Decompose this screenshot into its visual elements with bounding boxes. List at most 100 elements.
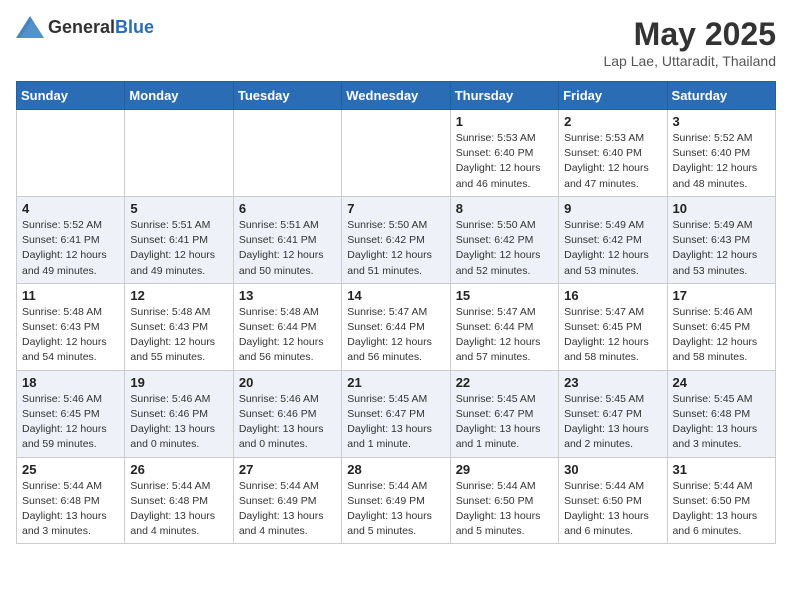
day-info: Sunrise: 5:48 AM Sunset: 6:43 PM Dayligh… bbox=[130, 305, 227, 366]
day-number: 10 bbox=[673, 201, 770, 216]
calendar-cell: 27Sunrise: 5:44 AM Sunset: 6:49 PM Dayli… bbox=[233, 457, 341, 544]
day-number: 5 bbox=[130, 201, 227, 216]
page-title: May 2025 bbox=[603, 16, 776, 53]
day-number: 20 bbox=[239, 375, 336, 390]
calendar-cell: 5 Sunrise: 5:51 AM Sunset: 6:41 PM Daylig… bbox=[125, 196, 233, 283]
calendar-cell: 8Sunrise: 5:50 AM Sunset: 6:42 PM Daylig… bbox=[450, 196, 558, 283]
day-info: Sunrise: 5:46 AM Sunset: 6:45 PM Dayligh… bbox=[22, 392, 119, 453]
day-number: 15 bbox=[456, 288, 553, 303]
day-info: Sunrise: 5:45 AM Sunset: 6:47 PM Dayligh… bbox=[347, 392, 444, 453]
calendar-week-row-3: 11 Sunrise: 5:48 AM Sunset: 6:43 PM Dayli… bbox=[17, 283, 776, 370]
calendar-cell: 2Sunrise: 5:53 AM Sunset: 6:40 PM Daylig… bbox=[559, 110, 667, 197]
calendar-week-row-2: 4 Sunrise: 5:52 AM Sunset: 6:41 PM Daylig… bbox=[17, 196, 776, 283]
logo-blue: Blue bbox=[115, 17, 154, 37]
day-number: 23 bbox=[564, 375, 661, 390]
page-header: GeneralBlue May 2025 Lap Lae, Uttaradit,… bbox=[16, 16, 776, 69]
day-number: 17 bbox=[673, 288, 770, 303]
day-info: Sunrise: 5:50 AM Sunset: 6:42 PM Dayligh… bbox=[456, 218, 553, 279]
day-info: Sunrise: 5:51 AM Sunset: 6:41 PM Dayligh… bbox=[130, 218, 227, 279]
calendar-cell: 13 Sunrise: 5:48 AM Sunset: 6:44 PM Dayli… bbox=[233, 283, 341, 370]
calendar-cell: 22 Sunrise: 5:45 AM Sunset: 6:47 PM Dayli… bbox=[450, 370, 558, 457]
day-info: Sunrise: 5:46 AM Sunset: 6:46 PM Dayligh… bbox=[239, 392, 336, 453]
calendar-cell: 6Sunrise: 5:51 AM Sunset: 6:41 PM Daylig… bbox=[233, 196, 341, 283]
calendar-cell: 1 Sunrise: 5:53 AM Sunset: 6:40 PM Daylig… bbox=[450, 110, 558, 197]
day-number: 12 bbox=[130, 288, 227, 303]
calendar-cell: 25 Sunrise: 5:44 AM Sunset: 6:48 PM Dayli… bbox=[17, 457, 125, 544]
day-info: Sunrise: 5:53 AM Sunset: 6:40 PM Dayligh… bbox=[456, 131, 553, 192]
calendar-table: SundayMondayTuesdayWednesdayThursdayFrid… bbox=[16, 81, 776, 544]
day-info: Sunrise: 5:44 AM Sunset: 6:50 PM Dayligh… bbox=[456, 479, 553, 540]
day-number: 26 bbox=[130, 462, 227, 477]
day-number: 30 bbox=[564, 462, 661, 477]
calendar-cell: 20 Sunrise: 5:46 AM Sunset: 6:46 PM Dayli… bbox=[233, 370, 341, 457]
day-number: 6 bbox=[239, 201, 336, 216]
day-header-tuesday: Tuesday bbox=[233, 82, 341, 110]
day-info: Sunrise: 5:49 AM Sunset: 6:43 PM Dayligh… bbox=[673, 218, 770, 279]
calendar-cell: 30 Sunrise: 5:44 AM Sunset: 6:50 PM Dayli… bbox=[559, 457, 667, 544]
calendar-cell: 18 Sunrise: 5:46 AM Sunset: 6:45 PM Dayli… bbox=[17, 370, 125, 457]
day-info: Sunrise: 5:47 AM Sunset: 6:44 PM Dayligh… bbox=[347, 305, 444, 366]
day-number: 3 bbox=[673, 114, 770, 129]
day-number: 11 bbox=[22, 288, 119, 303]
calendar-cell: 15 Sunrise: 5:47 AM Sunset: 6:44 PM Dayli… bbox=[450, 283, 558, 370]
calendar-cell bbox=[233, 110, 341, 197]
day-info: Sunrise: 5:48 AM Sunset: 6:44 PM Dayligh… bbox=[239, 305, 336, 366]
day-number: 28 bbox=[347, 462, 444, 477]
day-info: Sunrise: 5:46 AM Sunset: 6:46 PM Dayligh… bbox=[130, 392, 227, 453]
day-info: Sunrise: 5:45 AM Sunset: 6:48 PM Dayligh… bbox=[673, 392, 770, 453]
day-info: Sunrise: 5:45 AM Sunset: 6:47 PM Dayligh… bbox=[564, 392, 661, 453]
day-number: 22 bbox=[456, 375, 553, 390]
day-info: Sunrise: 5:52 AM Sunset: 6:41 PM Dayligh… bbox=[22, 218, 119, 279]
day-info: Sunrise: 5:44 AM Sunset: 6:50 PM Dayligh… bbox=[673, 479, 770, 540]
day-info: Sunrise: 5:44 AM Sunset: 6:48 PM Dayligh… bbox=[130, 479, 227, 540]
day-number: 19 bbox=[130, 375, 227, 390]
day-info: Sunrise: 5:47 AM Sunset: 6:44 PM Dayligh… bbox=[456, 305, 553, 366]
calendar-cell: 26 Sunrise: 5:44 AM Sunset: 6:48 PM Dayli… bbox=[125, 457, 233, 544]
day-info: Sunrise: 5:44 AM Sunset: 6:49 PM Dayligh… bbox=[347, 479, 444, 540]
day-number: 2 bbox=[564, 114, 661, 129]
day-header-wednesday: Wednesday bbox=[342, 82, 450, 110]
day-number: 31 bbox=[673, 462, 770, 477]
calendar-week-row-5: 25 Sunrise: 5:44 AM Sunset: 6:48 PM Dayli… bbox=[17, 457, 776, 544]
calendar-cell: 16 Sunrise: 5:47 AM Sunset: 6:45 PM Dayli… bbox=[559, 283, 667, 370]
calendar-cell: 3 Sunrise: 5:52 AM Sunset: 6:40 PM Daylig… bbox=[667, 110, 775, 197]
calendar-cell bbox=[342, 110, 450, 197]
day-number: 4 bbox=[22, 201, 119, 216]
logo-text: GeneralBlue bbox=[48, 18, 154, 37]
day-number: 18 bbox=[22, 375, 119, 390]
calendar-cell: 14 Sunrise: 5:47 AM Sunset: 6:44 PM Dayli… bbox=[342, 283, 450, 370]
day-number: 14 bbox=[347, 288, 444, 303]
day-info: Sunrise: 5:44 AM Sunset: 6:49 PM Dayligh… bbox=[239, 479, 336, 540]
day-header-friday: Friday bbox=[559, 82, 667, 110]
day-header-saturday: Saturday bbox=[667, 82, 775, 110]
day-number: 21 bbox=[347, 375, 444, 390]
title-block: May 2025 Lap Lae, Uttaradit, Thailand bbox=[603, 16, 776, 69]
calendar-cell: 17 Sunrise: 5:46 AM Sunset: 6:45 PM Dayli… bbox=[667, 283, 775, 370]
calendar-cell: 7Sunrise: 5:50 AM Sunset: 6:42 PM Daylig… bbox=[342, 196, 450, 283]
day-header-sunday: Sunday bbox=[17, 82, 125, 110]
day-info: Sunrise: 5:44 AM Sunset: 6:48 PM Dayligh… bbox=[22, 479, 119, 540]
day-number: 7 bbox=[347, 201, 444, 216]
day-info: Sunrise: 5:52 AM Sunset: 6:40 PM Dayligh… bbox=[673, 131, 770, 192]
calendar-week-row-1: 1 Sunrise: 5:53 AM Sunset: 6:40 PM Daylig… bbox=[17, 110, 776, 197]
day-info: Sunrise: 5:49 AM Sunset: 6:42 PM Dayligh… bbox=[564, 218, 661, 279]
calendar-cell: 10 Sunrise: 5:49 AM Sunset: 6:43 PM Dayli… bbox=[667, 196, 775, 283]
day-info: Sunrise: 5:48 AM Sunset: 6:43 PM Dayligh… bbox=[22, 305, 119, 366]
day-number: 1 bbox=[456, 114, 553, 129]
day-info: Sunrise: 5:46 AM Sunset: 6:45 PM Dayligh… bbox=[673, 305, 770, 366]
day-info: Sunrise: 5:45 AM Sunset: 6:47 PM Dayligh… bbox=[456, 392, 553, 453]
day-number: 24 bbox=[673, 375, 770, 390]
day-info: Sunrise: 5:44 AM Sunset: 6:50 PM Dayligh… bbox=[564, 479, 661, 540]
day-header-monday: Monday bbox=[125, 82, 233, 110]
day-header-thursday: Thursday bbox=[450, 82, 558, 110]
day-number: 25 bbox=[22, 462, 119, 477]
calendar-cell: 29Sunrise: 5:44 AM Sunset: 6:50 PM Dayli… bbox=[450, 457, 558, 544]
day-number: 13 bbox=[239, 288, 336, 303]
calendar-cell: 28 Sunrise: 5:44 AM Sunset: 6:49 PM Dayli… bbox=[342, 457, 450, 544]
calendar-cell: 21 Sunrise: 5:45 AM Sunset: 6:47 PM Dayli… bbox=[342, 370, 450, 457]
day-number: 16 bbox=[564, 288, 661, 303]
calendar-cell bbox=[17, 110, 125, 197]
day-info: Sunrise: 5:47 AM Sunset: 6:45 PM Dayligh… bbox=[564, 305, 661, 366]
page-subtitle: Lap Lae, Uttaradit, Thailand bbox=[603, 53, 776, 69]
logo: GeneralBlue bbox=[16, 16, 154, 38]
